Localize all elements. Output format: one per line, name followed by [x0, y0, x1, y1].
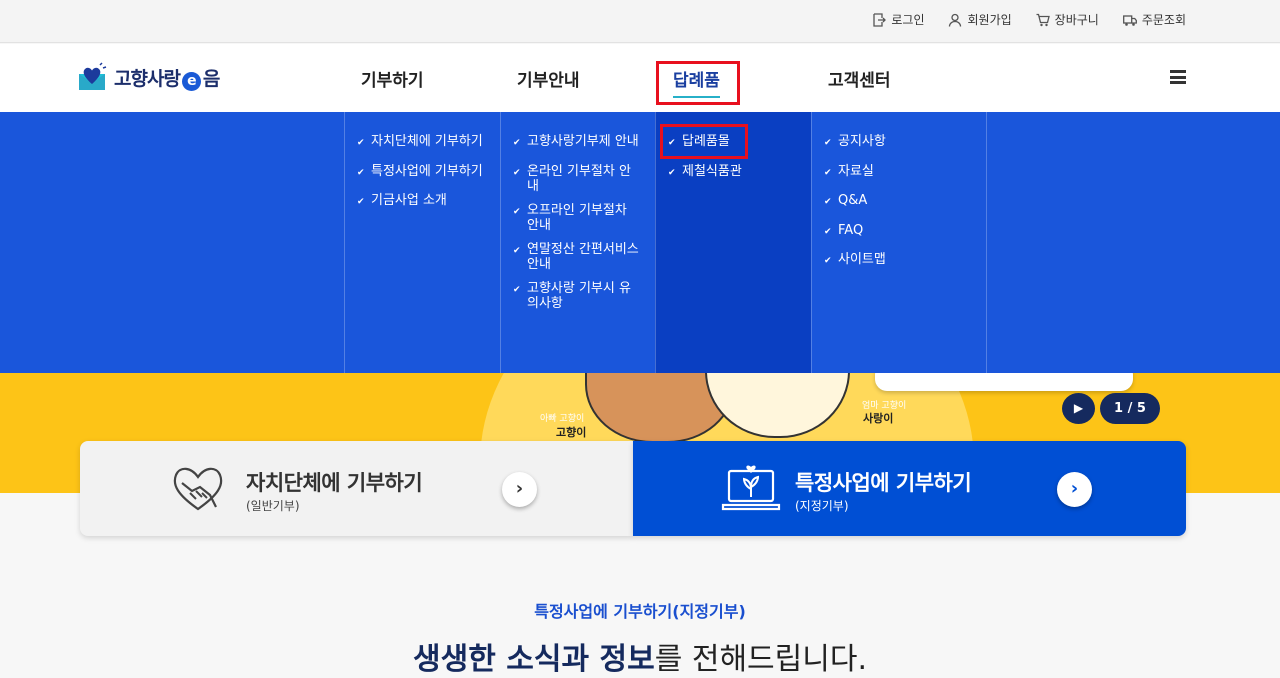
logo-e-mark: e: [181, 71, 201, 91]
menu-item-label: 특정사업에 기부하기: [371, 163, 483, 179]
mega-column-donate: ✔ 자치단체에 기부하기 ✔ 특정사업에 기부하기 ✔ 기금사업 소개: [344, 112, 500, 373]
nav-donation-guide-label: 기부안내: [517, 71, 580, 91]
heart-envelope-logo-icon: [79, 62, 107, 90]
nav-donate-label: 기부하기: [361, 71, 424, 91]
slide-info-card: [875, 373, 1133, 391]
menu-item-label: 오프라인 기부절차 안내: [527, 202, 627, 233]
utility-links: 로그인 회원가입 장바구니 주문조회: [872, 11, 1186, 28]
menu-item-seasonal-food[interactable]: ✔ 제철식품관: [668, 164, 811, 179]
utility-bar: 로그인 회원가입 장바구니 주문조회: [0, 0, 1280, 43]
check-icon: ✔: [513, 284, 521, 295]
mega-column-support: ✔ 공지사항 ✔ 자료실 ✔ Q&A ✔ FAQ ✔ 사이트맵: [811, 112, 987, 373]
menu-item-sitemap[interactable]: ✔ 사이트맵: [824, 252, 986, 267]
chevron-right-icon[interactable]: ›: [502, 472, 537, 507]
main-header: 고향사랑 e 음 기부하기 기부안내 답례품 고객센터: [0, 44, 1280, 112]
logo-part1: 고향사랑: [114, 67, 181, 90]
menu-item-label: FAQ: [838, 222, 864, 238]
check-icon: ✔: [824, 256, 832, 266]
local-gov-donate-sub: (일반기부): [246, 499, 300, 513]
login-link[interactable]: 로그인: [872, 11, 924, 28]
check-icon: ✔: [824, 167, 832, 178]
section-title-bold: 생생한 소식과 정보: [413, 642, 655, 677]
check-icon: ✔: [357, 167, 365, 178]
local-gov-donate-card[interactable]: 자치단체에 기부하기 (일반기부) ›: [80, 441, 633, 536]
mega-menu: ✔ 자치단체에 기부하기 ✔ 특정사업에 기부하기 ✔ 기금사업 소개 ✔ 고향사랑기부…: [0, 112, 1280, 373]
menu-item-label: 자료실: [838, 163, 874, 179]
check-icon: ✔: [824, 197, 832, 207]
mascot1-caption: 아빠 고향이: [540, 414, 585, 424]
check-icon: ✔: [513, 206, 521, 217]
slider-pager: 1 / 5: [1100, 393, 1160, 424]
menu-item-tax-service[interactable]: ✔ 연말정산 간편서비스 안내: [513, 242, 648, 272]
menu-item-caution[interactable]: ✔ 고향사랑 기부시 유의사항: [513, 281, 631, 311]
slider-play-button[interactable]: ▶: [1062, 393, 1095, 424]
login-label: 로그인: [891, 13, 925, 27]
menu-item-label: Q&A: [838, 193, 868, 208]
heart-hands-icon: [173, 467, 223, 511]
check-icon: ✔: [357, 138, 365, 148]
logo-part2: 음: [202, 67, 221, 90]
menu-item-system-guide[interactable]: ✔ 고향사랑기부제 안내: [513, 134, 655, 149]
menu-item-label: 온라인 기부절차 안내: [527, 163, 631, 194]
project-donate-card[interactable]: 특정사업에 기부하기 (지정기부) ›: [633, 441, 1186, 536]
mascot2-name: 사랑이: [863, 412, 894, 425]
check-icon: ✔: [513, 167, 521, 178]
menu-item-label: 자치단체에 기부하기: [371, 134, 483, 149]
menu-item-label: 고향사랑 기부시 유의사항: [527, 280, 631, 311]
check-icon: ✔: [824, 226, 832, 237]
play-icon: ▶: [1073, 401, 1084, 415]
check-icon: ✔: [357, 197, 365, 207]
menu-item-label: 제철식품관: [682, 163, 742, 179]
menu-item-local-gov-donate[interactable]: ✔ 자치단체에 기부하기: [357, 134, 500, 149]
section-title-rest: 를 전해드립니다.: [654, 642, 867, 677]
mega-column-guide: ✔ 고향사랑기부제 안내 ✔ 온라인 기부절차 안내 ✔ 오프라인 기부절차 안내 ✔…: [500, 112, 655, 373]
laptop-plant-icon: [721, 465, 781, 511]
signup-label: 회원가입: [967, 13, 1012, 27]
nav-customer-center[interactable]: 고객센터: [828, 66, 891, 91]
check-icon: ✔: [513, 245, 521, 256]
menu-item-label: 연말정산 간편서비스 안내: [527, 241, 639, 272]
site-logo[interactable]: 고향사랑 e 음: [78, 62, 221, 92]
cart-label: 장바구니: [1054, 13, 1099, 27]
chevron-right-icon[interactable]: ›: [1057, 472, 1092, 507]
nav-donate[interactable]: 기부하기: [361, 66, 424, 91]
truck-icon: [1122, 14, 1137, 26]
order-lookup-link[interactable]: 주문조회: [1122, 11, 1186, 28]
user-icon: [949, 13, 962, 27]
logo-text: 고향사랑 e 음: [114, 64, 221, 91]
nav-customer-center-label: 고객센터: [828, 71, 891, 91]
section-subtitle: 특정사업에 기부하기(지정기부): [534, 602, 746, 621]
menu-item-archive[interactable]: ✔ 자료실: [824, 164, 986, 179]
menu-item-faq[interactable]: ✔ FAQ: [824, 223, 986, 238]
menu-item-project-donate[interactable]: ✔ 특정사업에 기부하기: [357, 164, 500, 179]
project-donate-sub: (지정기부): [795, 499, 849, 513]
highlight-box-nav-gifts: [656, 61, 740, 105]
check-icon: ✔: [668, 167, 676, 178]
highlight-box-gift-mall: [660, 124, 748, 159]
menu-item-offline-procedure[interactable]: ✔ 오프라인 기부절차 안내: [513, 203, 631, 233]
menu-item-label: 고향사랑기부제 안내: [527, 134, 639, 149]
project-donate-title: 특정사업에 기부하기: [795, 471, 972, 495]
menu-item-qna[interactable]: ✔ Q&A: [824, 193, 986, 208]
menu-item-fund-intro[interactable]: ✔ 기금사업 소개: [357, 193, 500, 208]
menu-item-notice[interactable]: ✔ 공지사항: [824, 134, 986, 149]
section-title: 생생한 소식과 정보를 전해드립니다.: [0, 634, 1280, 678]
mascot1-name: 고향이: [556, 426, 587, 439]
menu-item-label: 사이트맵: [838, 252, 886, 267]
nav-donation-guide[interactable]: 기부안내: [517, 66, 580, 91]
cart-link[interactable]: 장바구니: [1036, 11, 1099, 28]
check-icon: ✔: [513, 138, 521, 148]
local-gov-donate-title: 자치단체에 기부하기: [246, 471, 423, 495]
menu-item-label: 기금사업 소개: [371, 193, 447, 208]
menu-item-online-procedure[interactable]: ✔ 온라인 기부절차 안내: [513, 164, 631, 194]
check-icon: ✔: [824, 138, 832, 148]
hamburger-menu-icon[interactable]: [1170, 70, 1186, 84]
cart-icon: [1036, 13, 1050, 26]
menu-item-label: 공지사항: [838, 134, 886, 149]
signup-link[interactable]: 회원가입: [948, 11, 1012, 28]
login-icon: [873, 12, 887, 27]
order-lookup-label: 주문조회: [1141, 13, 1186, 27]
